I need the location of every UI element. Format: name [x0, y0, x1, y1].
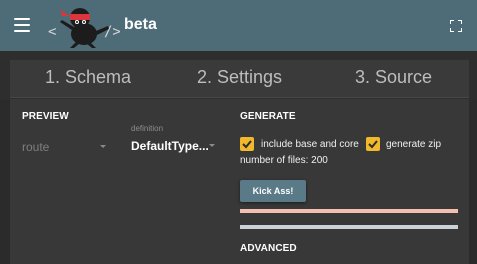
file-count-text: number of files: 200	[240, 155, 328, 166]
fullscreen-icon[interactable]	[450, 20, 462, 32]
tab-settings[interactable]: 2. Settings	[197, 67, 282, 88]
app-bar: < /> beta	[0, 0, 477, 51]
ninja-logo-icon: < />	[48, 8, 120, 48]
svg-text:<: <	[48, 24, 56, 40]
preview-heading: PREVIEW	[22, 111, 69, 122]
progress-bar-2	[240, 225, 458, 229]
tab-source[interactable]: 3. Source	[355, 67, 432, 88]
definition-select-label: definition	[131, 124, 164, 133]
definition-select-value: DefaultType...	[131, 139, 209, 153]
advanced-heading: ADVANCED	[240, 243, 297, 254]
progress-bar-1	[240, 209, 458, 213]
check-icon	[368, 140, 378, 149]
chevron-down-icon	[209, 144, 215, 147]
route-select-value: route	[22, 140, 50, 154]
check-icon	[242, 140, 252, 149]
app-title: beta	[124, 16, 157, 33]
generate-zip-label: generate zip	[386, 139, 442, 150]
menu-icon[interactable]	[14, 18, 30, 32]
route-select[interactable]: route	[22, 140, 108, 154]
chevron-down-icon	[100, 145, 106, 148]
include-base-core-checkbox[interactable]	[240, 137, 254, 151]
generate-zip-checkbox[interactable]	[366, 137, 380, 151]
generate-heading: GENERATE	[240, 111, 296, 122]
kick-ass-button[interactable]: Kick Ass!	[240, 180, 306, 202]
definition-select[interactable]: DefaultType...	[131, 139, 217, 153]
tab-schema[interactable]: 1. Schema	[45, 67, 131, 88]
include-base-core-label: include base and core	[261, 139, 359, 150]
svg-text:/>: />	[104, 24, 120, 40]
